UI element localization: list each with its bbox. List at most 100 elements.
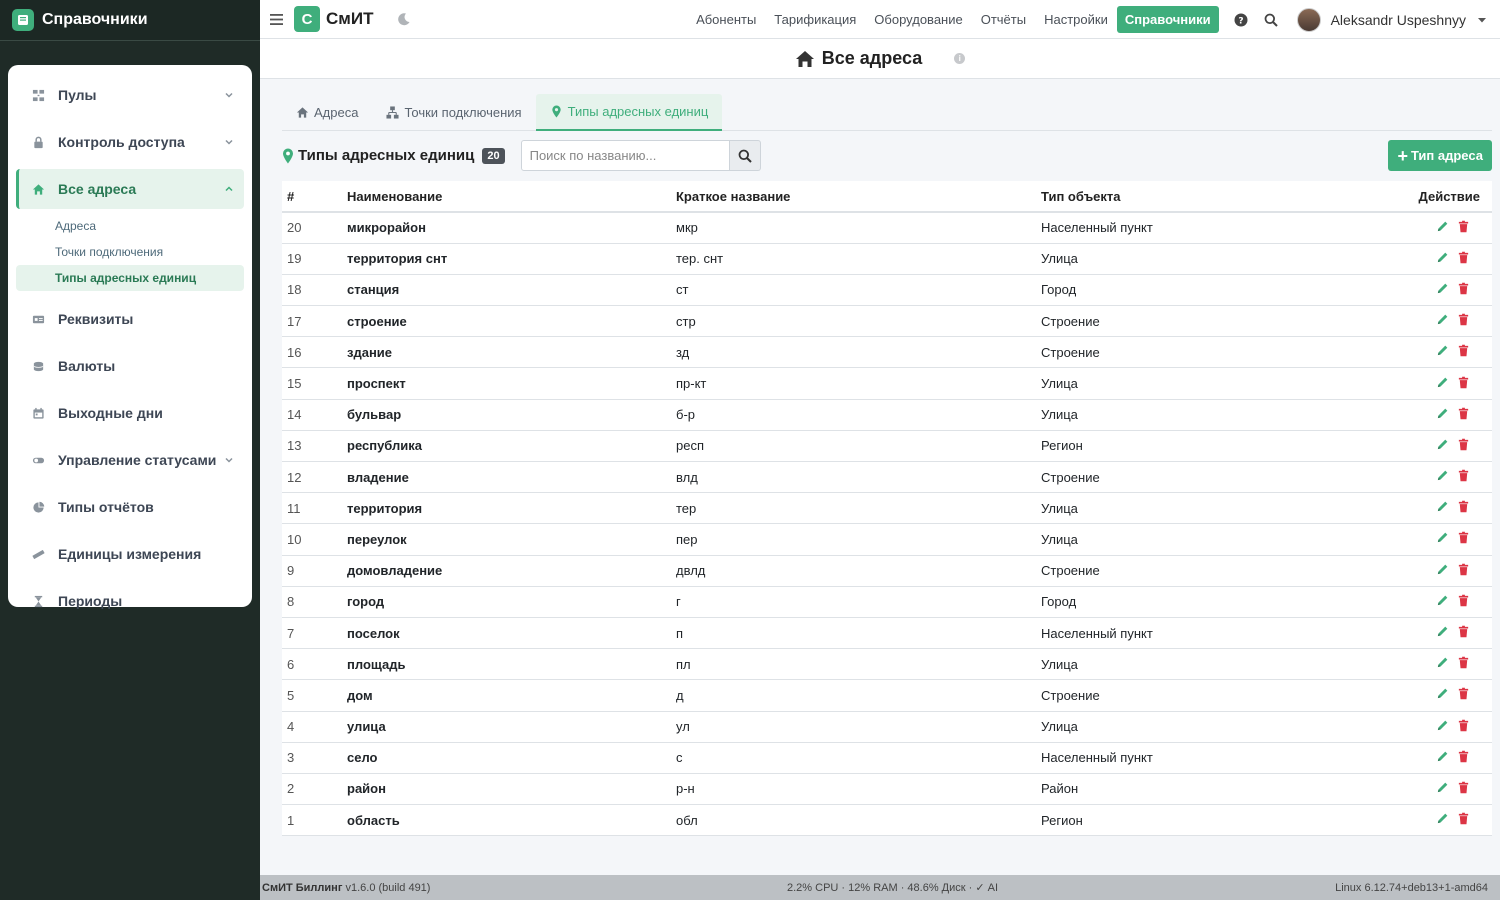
delete-trash-icon[interactable] [1457, 282, 1470, 295]
sidebar-item-all-addresses[interactable]: Все адреса [16, 169, 244, 209]
add-address-type-button[interactable]: + Тип адреса [1388, 140, 1492, 171]
edit-pencil-icon[interactable] [1436, 220, 1449, 233]
delete-trash-icon[interactable] [1457, 750, 1470, 763]
delete-trash-icon[interactable] [1457, 781, 1470, 794]
nav-directories[interactable]: Справочники [1116, 6, 1219, 33]
column-header-short-name[interactable]: Краткое название [671, 181, 1036, 213]
delete-trash-icon[interactable] [1457, 812, 1470, 825]
menu-toggle-icon[interactable] [265, 13, 287, 25]
delete-trash-icon[interactable] [1457, 251, 1470, 264]
delete-trash-icon[interactable] [1457, 407, 1470, 420]
edit-pencil-icon[interactable] [1436, 376, 1449, 389]
table-row[interactable]: 14 бульвар б-р Улица [282, 399, 1492, 431]
delete-trash-icon[interactable] [1457, 656, 1470, 669]
nav-tariffs[interactable]: Тарификация [774, 12, 856, 27]
sidebar-item-pools[interactable]: Пулы [16, 75, 244, 115]
edit-pencil-icon[interactable] [1436, 563, 1449, 576]
edit-pencil-icon[interactable] [1436, 282, 1449, 295]
table-row[interactable]: 10 переулок пер Улица [282, 523, 1492, 556]
table-row[interactable]: 9 домовладение двлд Строение [282, 555, 1492, 587]
table-row[interactable]: 12 владение влд Строение [282, 461, 1492, 494]
edit-pencil-icon[interactable] [1436, 625, 1449, 638]
edit-pencil-icon[interactable] [1436, 812, 1449, 825]
sidebar-item-periods[interactable]: Периоды [16, 581, 244, 621]
edit-pencil-icon[interactable] [1436, 313, 1449, 326]
edit-pencil-icon[interactable] [1436, 469, 1449, 482]
tab-connection-points[interactable]: Точки подключения [372, 94, 535, 131]
delete-trash-icon[interactable] [1457, 438, 1470, 451]
delete-trash-icon[interactable] [1457, 531, 1470, 544]
help-icon[interactable]: ? [1233, 12, 1249, 28]
sidebar-brand[interactable]: Справочники [0, 0, 260, 41]
table-row[interactable]: 1 область обл Регион [282, 804, 1492, 837]
delete-trash-icon[interactable] [1457, 625, 1470, 638]
edit-pencil-icon[interactable] [1436, 719, 1449, 732]
edit-pencil-icon[interactable] [1436, 251, 1449, 264]
delete-trash-icon[interactable] [1457, 344, 1470, 357]
delete-trash-icon[interactable] [1457, 376, 1470, 389]
table-row[interactable]: 4 улица ул Улица [282, 711, 1492, 743]
sidebar-item-access-control[interactable]: Контроль доступа [16, 122, 244, 162]
delete-trash-icon[interactable] [1457, 719, 1470, 732]
app-name[interactable]: СмИТ [326, 9, 373, 29]
table-row[interactable]: 5 дом д Строение [282, 679, 1492, 712]
delete-trash-icon[interactable] [1457, 594, 1470, 607]
sidebar-item-units[interactable]: Единицы измерения [16, 534, 244, 574]
delete-trash-icon[interactable] [1457, 313, 1470, 326]
nav-reports[interactable]: Отчёты [981, 12, 1026, 27]
column-header-id[interactable]: # [282, 181, 342, 213]
edit-pencil-icon[interactable] [1436, 531, 1449, 544]
search-input[interactable] [520, 140, 730, 171]
table-row[interactable]: 6 площадь пл Улица [282, 648, 1492, 681]
edit-pencil-icon[interactable] [1436, 407, 1449, 420]
table-row[interactable]: 3 село с Населенный пункт [282, 742, 1492, 774]
table-row[interactable]: 16 здание зд Строение [282, 336, 1492, 369]
nav-settings[interactable]: Настройки [1044, 12, 1108, 27]
sidebar-item-holidays[interactable]: Выходные дни [16, 393, 244, 433]
sidebar-subitem-connection-points[interactable]: Точки подключения [16, 239, 244, 265]
sidebar-item-status-management[interactable]: Управление статусами [16, 440, 244, 480]
table-row[interactable]: 11 территория тер Улица [282, 492, 1492, 525]
edit-pencil-icon[interactable] [1436, 594, 1449, 607]
edit-pencil-icon[interactable] [1436, 438, 1449, 451]
delete-trash-icon[interactable] [1457, 500, 1470, 513]
avatar[interactable] [1296, 7, 1321, 32]
table-row[interactable]: 19 территория снт тер. снт Улица [282, 243, 1492, 275]
sidebar-subitem-address-unit-types[interactable]: Типы адресных единиц [16, 265, 244, 291]
caret-down-icon[interactable] [1478, 16, 1486, 24]
search-button[interactable] [729, 140, 761, 171]
sidebar-item-report-types[interactable]: Типы отчётов [16, 487, 244, 527]
nav-subscribers[interactable]: Абоненты [696, 12, 756, 27]
table-row[interactable]: 2 район р-н Район [282, 773, 1492, 806]
moon-icon[interactable] [397, 12, 411, 26]
sidebar-item-currencies[interactable]: Валюты [16, 346, 244, 386]
tab-addresses[interactable]: Адреса [282, 94, 372, 131]
user-name[interactable]: Aleksandr Uspeshnyy [1331, 12, 1466, 28]
edit-pencil-icon[interactable] [1436, 687, 1449, 700]
table-row[interactable]: 17 строение стр Строение [282, 305, 1492, 338]
delete-trash-icon[interactable] [1457, 469, 1470, 482]
delete-trash-icon[interactable] [1457, 687, 1470, 700]
edit-pencil-icon[interactable] [1436, 750, 1449, 763]
column-header-name[interactable]: Наименование [342, 181, 671, 213]
info-icon[interactable]: i [954, 53, 966, 64]
tab-address-unit-types[interactable]: Типы адресных единиц [535, 94, 723, 131]
table-row[interactable]: 15 проспект пр-кт Улица [282, 367, 1492, 400]
delete-trash-icon[interactable] [1457, 563, 1470, 576]
nav-equipment[interactable]: Оборудование [874, 12, 962, 27]
edit-pencil-icon[interactable] [1436, 500, 1449, 513]
delete-trash-icon[interactable] [1457, 220, 1470, 233]
sidebar-subitem-addresses[interactable]: Адреса [16, 213, 244, 239]
table-row[interactable]: 20 микрорайон мкр Населенный пункт [282, 212, 1492, 244]
column-header-object-type[interactable]: Тип объекта [1036, 181, 1336, 213]
sidebar-item-requisites[interactable]: Реквизиты [16, 299, 244, 339]
search-icon[interactable] [1263, 12, 1279, 28]
edit-pencil-icon[interactable] [1436, 344, 1449, 357]
table-row[interactable]: 7 поселок п Населенный пункт [282, 617, 1492, 650]
table-row[interactable]: 13 республика респ Регион [282, 430, 1492, 463]
table-row[interactable]: 8 город г Город [282, 586, 1492, 618]
app-logo[interactable]: С [294, 6, 320, 32]
table-row[interactable]: 18 станция ст Город [282, 274, 1492, 307]
edit-pencil-icon[interactable] [1436, 656, 1449, 669]
edit-pencil-icon[interactable] [1436, 781, 1449, 794]
